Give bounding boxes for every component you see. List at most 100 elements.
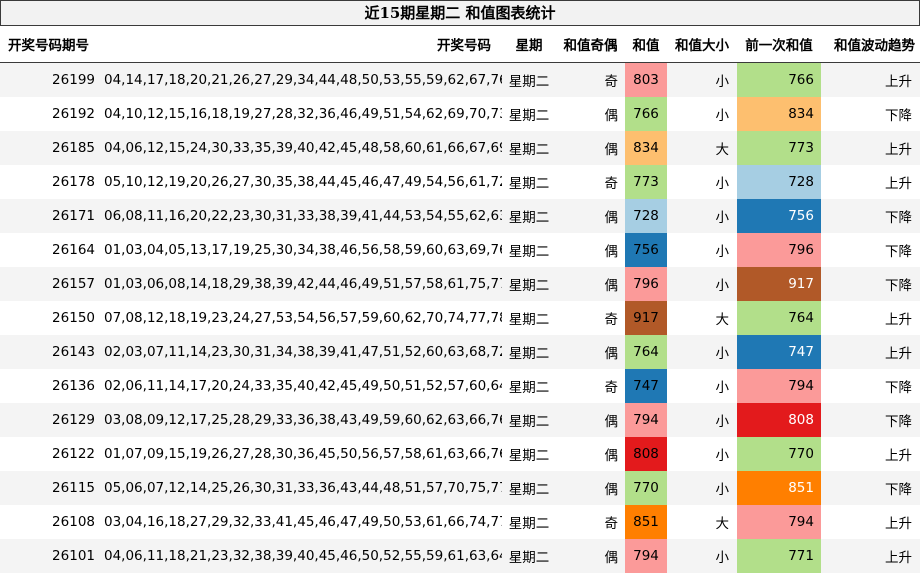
issue-cell: 26129 <box>0 403 104 437</box>
table-row[interactable]: 26122 01,07,09,15,19,26,27,28,30,36,45,50… <box>0 437 920 471</box>
table-row[interactable]: 26164 01,03,04,05,13,17,19,25,30,34,38,46… <box>0 233 920 267</box>
sum-cell: 834 <box>625 131 667 165</box>
trend-cell: 下降 <box>821 267 920 301</box>
header-parity[interactable]: 和值奇偶 <box>556 26 625 63</box>
trend-cell: 上升 <box>821 165 920 199</box>
table-row[interactable]: 26101 04,06,11,18,21,23,32,38,39,40,45,46… <box>0 539 920 573</box>
table-row[interactable]: 26199 04,14,17,18,20,21,26,27,29,34,44,48… <box>0 62 920 97</box>
table-row[interactable]: 26178 05,10,12,19,20,26,27,30,35,38,44,45… <box>0 165 920 199</box>
size-cell: 小 <box>667 267 737 301</box>
parity-cell: 偶 <box>556 267 625 301</box>
table-row[interactable]: 26129 03,08,09,12,17,25,28,29,33,36,38,43… <box>0 403 920 437</box>
sum-cell: 728 <box>625 199 667 233</box>
table-row[interactable]: 26136 02,06,11,14,17,20,24,33,35,40,42,45… <box>0 369 920 403</box>
trend-cell: 上升 <box>821 505 920 539</box>
parity-cell: 奇 <box>556 301 625 335</box>
trend-cell: 上升 <box>821 539 920 573</box>
parity-cell: 奇 <box>556 62 625 97</box>
size-cell: 小 <box>667 471 737 505</box>
prev-sum-cell: 756 <box>737 199 821 233</box>
issue-cell: 26150 <box>0 301 104 335</box>
weekday-cell: 星期二 <box>502 437 556 471</box>
parity-cell: 奇 <box>556 505 625 539</box>
prev-sum-cell: 773 <box>737 131 821 165</box>
sum-cell: 796 <box>625 267 667 301</box>
weekday-cell: 星期二 <box>502 471 556 505</box>
parity-cell: 奇 <box>556 369 625 403</box>
trend-cell: 下降 <box>821 97 920 131</box>
header-sum[interactable]: 和值 <box>625 26 667 63</box>
trend-cell: 上升 <box>821 301 920 335</box>
issue-cell: 26108 <box>0 505 104 539</box>
prev-sum-cell: 808 <box>737 403 821 437</box>
sum-cell: 747 <box>625 369 667 403</box>
trend-cell: 上升 <box>821 335 920 369</box>
prev-sum-cell: 834 <box>737 97 821 131</box>
sum-cell: 808 <box>625 437 667 471</box>
prev-sum-cell: 796 <box>737 233 821 267</box>
header-size[interactable]: 和值大小 <box>667 26 737 63</box>
table-row[interactable]: 26171 06,08,11,16,20,22,23,30,31,33,38,39… <box>0 199 920 233</box>
table-row[interactable]: 26150 07,08,12,18,19,23,24,27,53,54,56,57… <box>0 301 920 335</box>
sum-cell: 773 <box>625 165 667 199</box>
parity-cell: 偶 <box>556 199 625 233</box>
sum-cell: 917 <box>625 301 667 335</box>
numbers-cell: 03,04,16,18,27,29,32,33,41,45,46,47,49,5… <box>104 505 502 539</box>
prev-sum-cell: 747 <box>737 335 821 369</box>
header-numbers[interactable]: 开奖号码 <box>104 26 502 63</box>
size-cell: 小 <box>667 437 737 471</box>
sum-cell: 803 <box>625 62 667 97</box>
table-row[interactable]: 26192 04,10,12,15,16,18,19,27,28,32,36,46… <box>0 97 920 131</box>
weekday-cell: 星期二 <box>502 199 556 233</box>
issue-cell: 26178 <box>0 165 104 199</box>
sum-cell: 770 <box>625 471 667 505</box>
issue-cell: 26136 <box>0 369 104 403</box>
prev-sum-cell: 794 <box>737 369 821 403</box>
header-issue[interactable]: 开奖号码期号 <box>0 26 104 63</box>
trend-cell: 上升 <box>821 62 920 97</box>
table-row[interactable]: 26108 03,04,16,18,27,29,32,33,41,45,46,47… <box>0 505 920 539</box>
sum-cell: 851 <box>625 505 667 539</box>
header-weekday[interactable]: 星期 <box>502 26 556 63</box>
numbers-cell: 01,07,09,15,19,26,27,28,30,36,45,50,56,5… <box>104 437 502 471</box>
table-row[interactable]: 26185 04,06,12,15,24,30,33,35,39,40,42,45… <box>0 131 920 165</box>
size-cell: 小 <box>667 199 737 233</box>
lottery-stats-table: 开奖号码期号 开奖号码 星期 和值奇偶 和值 和值大小 前一次和值 和值波动趋势… <box>0 26 920 573</box>
size-cell: 小 <box>667 335 737 369</box>
header-trend[interactable]: 和值波动趋势 <box>821 26 920 63</box>
size-cell: 小 <box>667 539 737 573</box>
weekday-cell: 星期二 <box>502 62 556 97</box>
parity-cell: 偶 <box>556 233 625 267</box>
prev-sum-cell: 764 <box>737 301 821 335</box>
trend-cell: 下降 <box>821 403 920 437</box>
numbers-cell: 02,06,11,14,17,20,24,33,35,40,42,45,49,5… <box>104 369 502 403</box>
table-row[interactable]: 26143 02,03,07,11,14,23,30,31,34,38,39,41… <box>0 335 920 369</box>
weekday-cell: 星期二 <box>502 539 556 573</box>
sum-cell: 764 <box>625 335 667 369</box>
size-cell: 大 <box>667 505 737 539</box>
weekday-cell: 星期二 <box>502 369 556 403</box>
numbers-cell: 04,06,11,18,21,23,32,38,39,40,45,46,50,5… <box>104 539 502 573</box>
size-cell: 小 <box>667 233 737 267</box>
weekday-cell: 星期二 <box>502 97 556 131</box>
prev-sum-cell: 728 <box>737 165 821 199</box>
numbers-cell: 04,14,17,18,20,21,26,27,29,34,44,48,50,5… <box>104 62 502 97</box>
issue-cell: 26143 <box>0 335 104 369</box>
issue-cell: 26171 <box>0 199 104 233</box>
weekday-cell: 星期二 <box>502 267 556 301</box>
issue-cell: 26101 <box>0 539 104 573</box>
size-cell: 大 <box>667 131 737 165</box>
table-row[interactable]: 26115 05,06,07,12,14,25,26,30,31,33,36,43… <box>0 471 920 505</box>
table-row[interactable]: 26157 01,03,06,08,14,18,29,38,39,42,44,46… <box>0 267 920 301</box>
issue-cell: 26122 <box>0 437 104 471</box>
weekday-cell: 星期二 <box>502 403 556 437</box>
trend-cell: 下降 <box>821 471 920 505</box>
prev-sum-cell: 771 <box>737 539 821 573</box>
size-cell: 小 <box>667 369 737 403</box>
weekday-cell: 星期二 <box>502 301 556 335</box>
header-prev-sum[interactable]: 前一次和值 <box>737 26 821 63</box>
size-cell: 小 <box>667 165 737 199</box>
sum-cell: 794 <box>625 539 667 573</box>
table-title: 近15期星期二 和值图表统计 <box>0 0 920 26</box>
issue-cell: 26115 <box>0 471 104 505</box>
